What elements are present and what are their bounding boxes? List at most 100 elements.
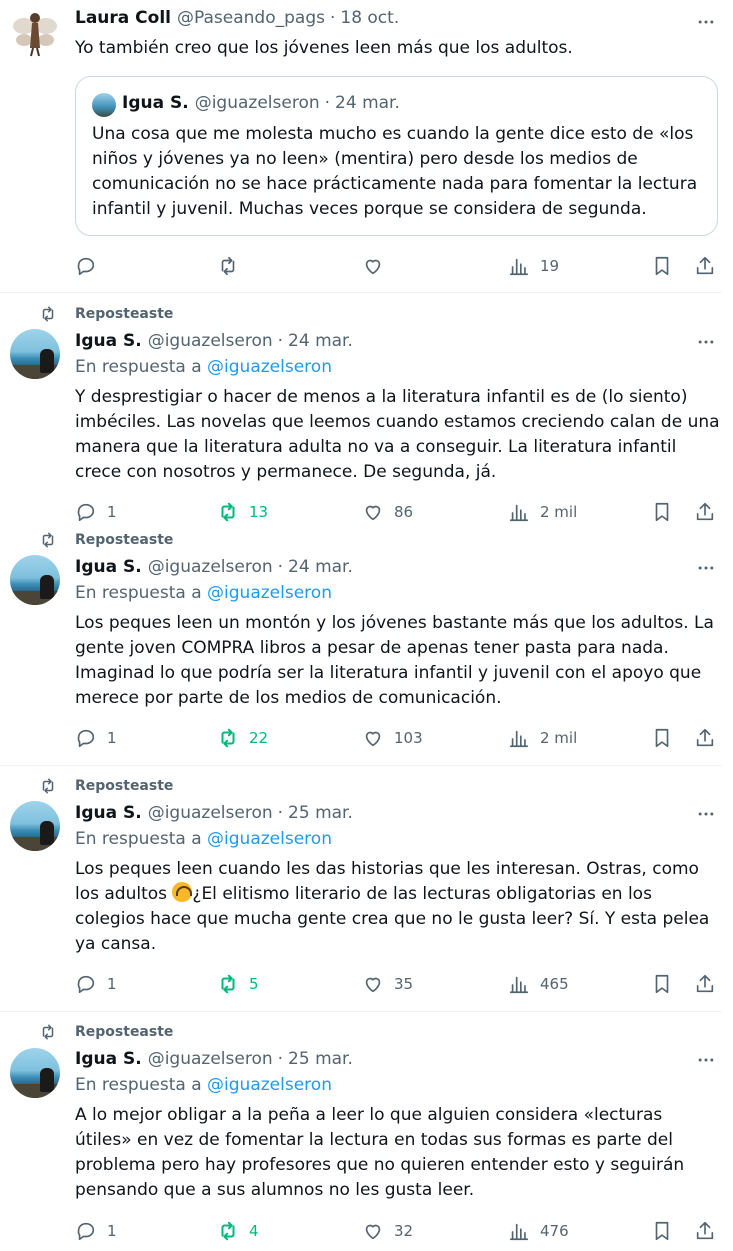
share-button[interactable] xyxy=(694,254,716,278)
reply-context: En respuesta a @iguazelseron xyxy=(75,829,332,849)
reply-button[interactable]: 1 xyxy=(75,972,117,996)
tweet-text: Los peques leen cuando les das historias… xyxy=(75,857,720,957)
like-icon xyxy=(365,1224,381,1240)
avatar[interactable] xyxy=(10,801,60,851)
more-button[interactable] xyxy=(694,1048,718,1072)
avatar[interactable] xyxy=(10,555,60,605)
views-count: 465 xyxy=(540,975,569,993)
avatar[interactable] xyxy=(10,329,60,379)
separator-dot: · xyxy=(277,803,284,823)
share-button[interactable] xyxy=(694,972,716,996)
reply-context: En respuesta a @iguazelseron xyxy=(75,1075,332,1095)
reply-handle-link[interactable]: @iguazelseron xyxy=(207,829,332,849)
bookmark-button[interactable] xyxy=(651,1219,673,1243)
tweet-date[interactable]: 18 oct. xyxy=(340,8,399,28)
reply-button[interactable]: 1 xyxy=(75,1219,117,1243)
reply-context: En respuesta a @iguazelseron xyxy=(75,583,332,603)
tweet[interactable]: Reposteaste Igua S. @iguazelseron · 24 m… xyxy=(0,293,733,525)
tweet[interactable]: Reposteaste Igua S. @iguazelseron · 24 m… xyxy=(0,519,733,765)
quoted-tweet[interactable]: Igua S. @iguazelseron · 24 mar. Una cosa… xyxy=(75,76,718,236)
tweet-text: A lo mejor obligar a la peña a leer lo q… xyxy=(75,1105,685,1200)
bookmark-button[interactable] xyxy=(651,726,673,750)
more-icon xyxy=(698,1058,714,1062)
more-button[interactable] xyxy=(694,556,718,580)
tweet-text: Y desprestigiar o hacer de menos a la li… xyxy=(75,387,720,482)
author-name[interactable]: Igua S. xyxy=(75,1049,142,1069)
author-handle[interactable]: @iguazelseron xyxy=(148,803,273,823)
tweet[interactable]: Laura Coll @Paseando_pags · 18 oct. Yo t… xyxy=(0,0,733,292)
action-bar: 1 22 103 2 mil xyxy=(75,726,720,750)
more-button[interactable] xyxy=(694,330,718,354)
repost-icon xyxy=(221,728,235,748)
tweet-text: Yo también creo que los jóvenes leen más… xyxy=(75,38,573,58)
share-button[interactable] xyxy=(694,1219,716,1243)
bookmark-icon xyxy=(655,1221,669,1241)
more-icon xyxy=(698,20,714,24)
reply-handle-link[interactable]: @iguazelseron xyxy=(207,1075,332,1095)
author-name[interactable]: Igua S. xyxy=(75,331,142,351)
reposted-indicator: Reposteaste xyxy=(39,305,173,323)
author-name[interactable]: Igua S. xyxy=(75,803,142,823)
repost-button[interactable]: 22 xyxy=(217,726,268,750)
share-button[interactable] xyxy=(694,726,716,750)
reply-button[interactable] xyxy=(75,254,107,278)
views-icon xyxy=(509,1223,529,1241)
views-button[interactable]: 465 xyxy=(508,972,569,996)
upside-down-face-emoji-icon xyxy=(172,882,193,902)
share-icon xyxy=(696,974,714,993)
views-button[interactable]: 2 mil xyxy=(508,726,577,750)
reply-icon xyxy=(77,975,95,994)
reply-button[interactable]: 1 xyxy=(75,726,117,750)
like-button[interactable] xyxy=(362,254,394,278)
avatar[interactable] xyxy=(10,8,60,58)
repost-button[interactable] xyxy=(217,254,249,278)
tweet-text: Los peques leen un montón y los jóvenes … xyxy=(75,613,714,708)
bookmark-icon xyxy=(655,728,669,748)
bookmark-button[interactable] xyxy=(651,972,673,996)
views-button[interactable]: 19 xyxy=(508,254,559,278)
author-handle[interactable]: @iguazelseron xyxy=(148,1049,273,1069)
views-icon xyxy=(509,258,529,276)
more-icon xyxy=(698,566,714,570)
reply-handle-link[interactable]: @iguazelseron xyxy=(207,357,332,377)
separator-dot: · xyxy=(277,331,284,351)
more-button[interactable] xyxy=(694,802,718,826)
tweet-date[interactable]: 24 mar. xyxy=(288,331,353,351)
like-button[interactable]: 103 xyxy=(362,726,423,750)
views-button[interactable]: 476 xyxy=(508,1219,569,1243)
author-name[interactable]: Laura Coll xyxy=(75,8,171,28)
author-handle[interactable]: @iguazelseron xyxy=(148,331,273,351)
tweet-date[interactable]: 24 mar. xyxy=(288,557,353,577)
bookmark-icon xyxy=(655,256,669,276)
tweet[interactable]: Reposteaste Igua S. @iguazelseron · 25 m… xyxy=(0,1012,733,1251)
tweet-header: Laura Coll @Paseando_pags · 18 oct. xyxy=(75,8,399,28)
tweet[interactable]: Reposteaste Igua S. @iguazelseron · 25 m… xyxy=(0,766,733,1012)
reposted-label: Reposteaste xyxy=(75,306,174,322)
more-button[interactable] xyxy=(694,10,718,34)
reply-icon xyxy=(77,1222,95,1241)
reply-prefix: En respuesta a xyxy=(75,1075,202,1095)
views-count: 2 mil xyxy=(540,729,578,747)
action-bar: 19 xyxy=(75,254,720,278)
reply-prefix: En respuesta a xyxy=(75,583,202,603)
author-handle[interactable]: @iguazelseron xyxy=(148,557,273,577)
repost-icon xyxy=(42,1024,54,1040)
reply-icon xyxy=(77,257,95,276)
like-button[interactable]: 35 xyxy=(362,972,413,996)
repost-count: 4 xyxy=(249,1222,259,1240)
reply-handle-link[interactable]: @iguazelseron xyxy=(207,583,332,603)
tweet-date[interactable]: 25 mar. xyxy=(288,803,353,823)
reposted-indicator: Reposteaste xyxy=(39,531,173,549)
avatar[interactable] xyxy=(10,1048,60,1098)
tweet-date[interactable]: 25 mar. xyxy=(288,1049,353,1069)
separator-dot: · xyxy=(324,93,331,113)
action-bar: 1 5 35 465 xyxy=(75,972,720,996)
like-count: 32 xyxy=(394,1222,414,1240)
author-handle[interactable]: @Paseando_pags xyxy=(177,8,325,28)
reply-context: En respuesta a @iguazelseron xyxy=(75,357,332,377)
repost-button[interactable]: 4 xyxy=(217,1219,259,1243)
author-name[interactable]: Igua S. xyxy=(75,557,142,577)
bookmark-button[interactable] xyxy=(651,254,673,278)
repost-button[interactable]: 5 xyxy=(217,972,259,996)
like-button[interactable]: 32 xyxy=(362,1219,413,1243)
